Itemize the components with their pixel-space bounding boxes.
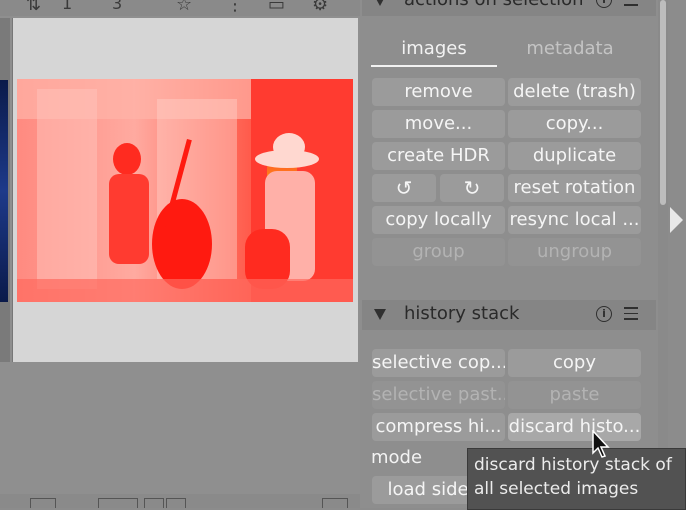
- selective-copy-button[interactable]: selective cop...: [372, 349, 505, 377]
- lighttable-bottom-bar: [0, 494, 360, 508]
- bottom-button-4[interactable]: [166, 498, 186, 508]
- expand-right-panel-icon[interactable]: [670, 207, 683, 233]
- info-icon[interactable]: i: [596, 306, 612, 322]
- more-icon[interactable]: ⋮: [226, 0, 244, 15]
- thumbnail-image: [17, 79, 353, 302]
- display-icon[interactable]: ▭: [268, 0, 285, 15]
- bottom-button-5[interactable]: [322, 498, 348, 508]
- history-copy-button[interactable]: copy: [508, 349, 641, 377]
- info-icon[interactable]: i: [596, 0, 612, 8]
- zoom-value[interactable]: 1: [62, 0, 72, 13]
- collapse-arrow-icon: [374, 0, 386, 6]
- reset-rotation-button[interactable]: reset rotation: [508, 174, 641, 202]
- thumbnail-image-previous: [0, 80, 8, 302]
- rotate-cw-icon: ↻: [463, 176, 481, 200]
- copy-button[interactable]: copy...: [508, 110, 641, 138]
- selective-paste-button[interactable]: selective past...: [372, 381, 505, 409]
- tooltip: discard history stack of all selected im…: [467, 448, 686, 510]
- delete-trash-button[interactable]: delete (trash): [508, 78, 641, 106]
- tab-metadata[interactable]: metadata: [507, 38, 633, 59]
- tooltip-line-1: discard history stack of: [474, 455, 672, 475]
- gear-icon[interactable]: ⚙: [312, 0, 328, 15]
- duplicate-button[interactable]: duplicate: [508, 142, 641, 170]
- history-stack-header[interactable]: history stack i: [362, 300, 656, 330]
- rotate-ccw-button[interactable]: ↺: [372, 174, 436, 202]
- tab-images[interactable]: images: [371, 38, 497, 59]
- section-title: history stack: [404, 303, 520, 324]
- bottom-button-3[interactable]: [144, 498, 164, 508]
- bottom-button-1[interactable]: [30, 498, 56, 508]
- presets-menu-icon[interactable]: [624, 307, 638, 324]
- mouse-cursor-icon: [592, 430, 610, 458]
- move-button[interactable]: move...: [372, 110, 505, 138]
- rotate-ccw-icon: ↺: [395, 176, 413, 200]
- rotate-cw-button[interactable]: ↻: [440, 174, 504, 202]
- active-tab-indicator: [371, 65, 497, 67]
- sort-icon[interactable]: ⇅: [26, 0, 41, 15]
- ungroup-button[interactable]: ungroup: [508, 238, 641, 266]
- paste-button[interactable]: paste: [508, 381, 641, 409]
- remove-button[interactable]: remove: [372, 78, 505, 106]
- collapse-arrow-icon: [374, 309, 386, 320]
- lighttable-view: ⇅ 1 3 ☆ ⋮ ▭ ⚙: [0, 0, 360, 508]
- section-title: actions on selection: [404, 0, 584, 10]
- group-button[interactable]: group: [372, 238, 505, 266]
- panel-scrollbar-thumb[interactable]: [660, 0, 666, 205]
- resync-local-button[interactable]: resync local ...: [508, 206, 641, 234]
- bottom-button-2[interactable]: [98, 498, 138, 508]
- mode-label: mode: [371, 447, 423, 468]
- copy-locally-button[interactable]: copy locally: [372, 206, 505, 234]
- discard-history-button[interactable]: discard histo...: [508, 413, 641, 441]
- actions-on-selection-header[interactable]: actions on selection i: [362, 0, 656, 16]
- presets-menu-icon[interactable]: [624, 0, 638, 10]
- lighttable-toolbar: ⇅ 1 3 ☆ ⋮ ▭ ⚙: [0, 0, 360, 16]
- tooltip-line-2: all selected images: [474, 479, 639, 499]
- compress-history-button[interactable]: compress hi...: [372, 413, 505, 441]
- create-hdr-button[interactable]: create HDR: [372, 142, 505, 170]
- count-value[interactable]: 3: [112, 0, 122, 13]
- star-icon[interactable]: ☆: [176, 0, 192, 15]
